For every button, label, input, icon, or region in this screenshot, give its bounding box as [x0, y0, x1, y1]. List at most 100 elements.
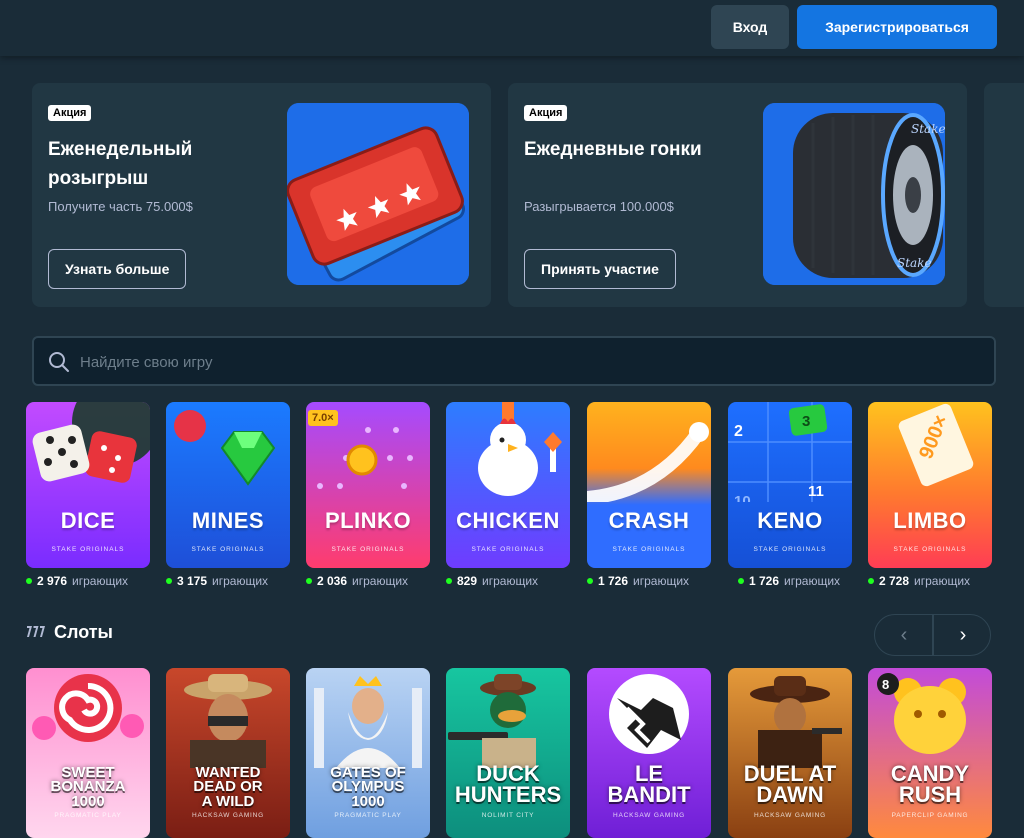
game-name: MINES: [191, 508, 265, 533]
limbo-card-icon: 900×: [898, 403, 974, 487]
search-icon: [48, 351, 70, 378]
slot-tile-candy-rush[interactable]: 8 CANDY RUSH PAPERCLIP GAMING: [868, 668, 992, 838]
promo-card-daily-races[interactable]: Акция Ежедневные гонки Разыгрывается 100…: [508, 83, 967, 307]
promo-card-next[interactable]: [984, 83, 1024, 307]
online-dot: [166, 578, 172, 584]
top-bar: Вход Зарегистрироваться: [0, 0, 1024, 56]
chevron-left-icon[interactable]: ‹: [875, 615, 933, 655]
slot-provider: HACKSAW GAMING: [192, 812, 264, 819]
game-tile-limbo[interactable]: 900× LIMBO STAKE ORIGINALS: [868, 402, 992, 568]
game-tile-crash[interactable]: CRASH STAKE ORIGINALS: [587, 402, 711, 568]
game-tile-plinko[interactable]: 7.0× PLINKO STAKE ORIGINALS: [306, 402, 430, 568]
game-provider: STAKE ORIGINALS: [893, 546, 967, 553]
slot-title: CANDY RUSH: [890, 761, 970, 807]
lollipop-icon: [32, 674, 144, 742]
game-name: CHICKEN: [456, 508, 560, 533]
game-provider: STAKE ORIGINALS: [753, 546, 827, 553]
promo-tag: Акция: [48, 105, 92, 121]
zeus-icon: [314, 676, 422, 768]
slot-tile-le-bandit[interactable]: LE BANDIT HACKSAW GAMING: [587, 668, 711, 838]
game-provider: STAKE ORIGINALS: [51, 546, 125, 553]
slot-tile-duel-at-dawn[interactable]: DUEL AT DAWN HACKSAW GAMING: [728, 668, 852, 838]
game-name: PLINKO: [324, 508, 412, 533]
crash-curve-icon: [587, 422, 709, 502]
slot-tile-gates-of-olympus[interactable]: GATES OF OLYMPUS 1000 PRAGMATIC PLAY: [306, 668, 430, 838]
online-dot: [868, 578, 874, 584]
game-search[interactable]: [32, 336, 996, 386]
game-name: KENO: [757, 508, 823, 533]
raccoon-bandit-icon: [609, 674, 689, 754]
players-count: 1 726 играющих: [587, 574, 689, 588]
slots-section-title: Слоты: [26, 622, 113, 643]
slot-tile-wanted-dead-or-a-wild[interactable]: WANTED DEAD OR A WILD HACKSAW GAMING: [166, 668, 290, 838]
online-dot: [738, 578, 744, 584]
game-provider: STAKE ORIGINALS: [191, 546, 265, 553]
gem-icon: [174, 410, 276, 486]
slot-provider: HACKSAW GAMING: [613, 812, 685, 819]
slot-tile-duck-hunters[interactable]: DUCK HUNTERS NOLIMIT CITY: [446, 668, 570, 838]
gunslinger-icon: [750, 676, 842, 768]
join-button[interactable]: Принять участие: [524, 249, 676, 289]
search-input[interactable]: [78, 338, 982, 386]
promo-title: Еженедельный розыгрыш: [48, 139, 193, 189]
slot-title: GATES OF OLYMPUS 1000: [330, 764, 406, 810]
promo-card-weekly-raffle[interactable]: Акция Еженедельный розыгрыш Получите час…: [32, 83, 491, 307]
promo-tag: Акция: [524, 105, 568, 121]
svg-text:Stake: Stake: [897, 256, 932, 270]
slots-icon: [26, 622, 46, 643]
players-count: 2 036 играющих: [306, 574, 408, 588]
dice-icon: [32, 402, 150, 483]
game-tile-dice[interactable]: DICE STAKE ORIGINALS: [26, 402, 150, 568]
chicken-icon: [478, 402, 562, 496]
promo-subtitle: Получите часть 75.000$: [48, 199, 193, 214]
svg-text:3: 3: [802, 413, 810, 430]
gummy-bear-icon: 8: [877, 673, 966, 754]
svg-text:2: 2: [734, 423, 743, 440]
slot-tile-sweet-bonanza[interactable]: SWEET BONANZA 1000 PRAGMATIC PLAY: [26, 668, 150, 838]
game-name: DICE: [60, 508, 116, 533]
raffle-tickets-image: [287, 103, 469, 285]
learn-more-button[interactable]: Узнать больше: [48, 249, 187, 289]
slot-title: SWEET BONANZA 1000: [50, 764, 126, 810]
race-tire-image: Stake Stake: [763, 103, 945, 285]
slots-carousel-nav: ‹ ›: [874, 614, 991, 656]
online-dot: [306, 578, 312, 584]
game-provider: STAKE ORIGINALS: [331, 546, 405, 553]
register-button[interactable]: Зарегистрироваться: [797, 5, 997, 49]
slot-provider: NOLIMIT CITY: [481, 812, 535, 819]
svg-text:10: 10: [734, 493, 751, 502]
game-name: LIMBO: [893, 508, 967, 533]
slot-title: DUCK HUNTERS: [454, 761, 562, 807]
duck-hunter-icon: [448, 674, 536, 768]
players-count: 1 726 играющих: [738, 574, 840, 588]
slot-provider: PRAGMATIC PLAY: [334, 812, 402, 819]
game-tile-keno[interactable]: 2 3 10 11 KENO STAKE ORIGINALS: [728, 402, 852, 568]
cowboy-icon: [184, 674, 272, 768]
players-count: 2 728 играющих: [868, 574, 970, 588]
section-title-text: Слоты: [54, 622, 113, 642]
game-tile-chicken[interactable]: CHICKEN STAKE ORIGINALS: [446, 402, 570, 568]
online-dot: [587, 578, 593, 584]
slot-provider: HACKSAW GAMING: [754, 812, 826, 819]
game-name: CRASH: [608, 508, 690, 533]
players-count: 829 играющих: [446, 574, 538, 588]
game-tile-mines[interactable]: MINES STAKE ORIGINALS: [166, 402, 290, 568]
svg-text:11: 11: [808, 483, 824, 500]
slot-provider: PRAGMATIC PLAY: [54, 812, 122, 819]
online-dot: [446, 578, 452, 584]
players-count: 2 976 играющих: [26, 574, 128, 588]
plinko-board-icon: [317, 427, 413, 489]
online-dot: [26, 578, 32, 584]
game-provider: STAKE ORIGINALS: [471, 546, 545, 553]
slot-title: DUEL AT DAWN: [743, 761, 837, 807]
players-count: 3 175 играющих: [166, 574, 268, 588]
slot-provider: PAPERCLIP GAMING: [891, 812, 969, 819]
slot-title: WANTED DEAD OR A WILD: [193, 764, 263, 810]
slot-title: LE BANDIT: [607, 761, 691, 807]
login-button[interactable]: Вход: [711, 5, 789, 49]
game-provider: STAKE ORIGINALS: [612, 546, 686, 553]
promo-title: Ежедневные гонки: [524, 139, 702, 160]
svg-text:Stake: Stake: [911, 122, 945, 136]
chevron-right-icon[interactable]: ›: [934, 615, 992, 655]
svg-text:8: 8: [882, 677, 889, 692]
